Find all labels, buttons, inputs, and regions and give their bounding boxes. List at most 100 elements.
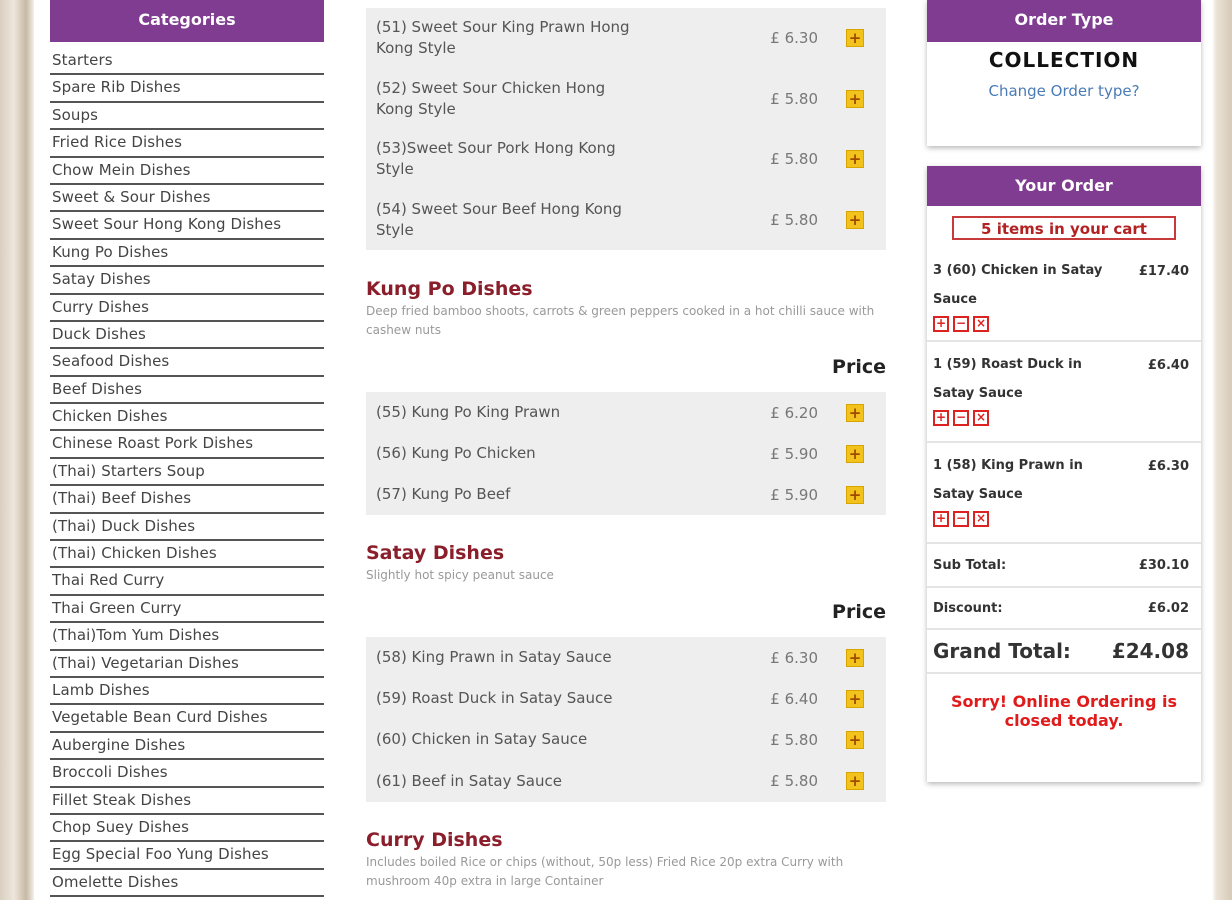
subtotal-row: Sub Total: £30.10 <box>927 544 1201 588</box>
increase-quantity-icon[interactable]: + <box>933 410 949 426</box>
category-item[interactable]: Spare Rib Dishes <box>50 75 324 103</box>
category-item[interactable]: Starters <box>50 48 324 76</box>
category-item[interactable]: Chop Suey Dishes <box>50 815 324 843</box>
category-item[interactable]: (Thai) Beef Dishes <box>50 486 324 514</box>
dish-row: (55) Kung Po King Prawn £ 6.20 + <box>366 392 886 433</box>
dish-row: (59) Roast Duck in Satay Sauce £ 6.40 + <box>366 678 886 719</box>
add-to-cart-button[interactable]: + <box>846 403 864 422</box>
price-header: Price <box>832 356 886 378</box>
order-item-controls: + − × <box>933 410 1191 432</box>
category-item[interactable]: Fillet Steak Dishes <box>50 788 324 815</box>
increase-quantity-icon[interactable]: + <box>933 316 949 332</box>
dish-name: (58) King Prawn in Satay Sauce <box>376 648 612 667</box>
add-to-cart-button[interactable]: + <box>846 485 864 504</box>
category-item[interactable]: (Thai) Chicken Dishes <box>50 541 324 569</box>
add-to-cart-button[interactable]: + <box>846 730 864 749</box>
order-type-box: Order Type COLLECTION Change Order type? <box>927 0 1201 146</box>
decrease-quantity-icon[interactable]: − <box>953 511 969 527</box>
remove-item-icon[interactable]: × <box>973 316 989 332</box>
category-item[interactable]: Egg Special Foo Yung Dishes <box>50 842 324 870</box>
category-item[interactable]: Thai Red Curry <box>50 568 324 596</box>
category-item[interactable]: Chinese Roast Pork Dishes <box>50 431 324 459</box>
curry-section: Curry Dishes Includes boiled Rice or chi… <box>366 829 886 891</box>
dish-name: (56) Kung Po Chicken <box>376 444 536 462</box>
category-item[interactable]: Thai Green Curry <box>50 596 324 624</box>
add-to-cart-button[interactable]: + <box>846 210 864 229</box>
category-item[interactable]: (Thai) Starters Soup <box>50 459 324 487</box>
satay-section: Satay Dishes Slightly hot spicy peanut s… <box>366 542 886 585</box>
grand-total-value: £24.08 <box>1111 639 1189 663</box>
add-to-cart-button[interactable]: + <box>846 772 864 791</box>
category-item[interactable]: Seafood Dishes <box>50 349 324 377</box>
order-item: 3 (60) Chicken in Satay Sauce £17.40 + − × <box>927 248 1201 342</box>
category-item[interactable]: Lamb Dishes <box>50 678 324 706</box>
add-to-cart-button[interactable]: + <box>846 29 864 48</box>
category-item[interactable]: Chicken Dishes <box>50 404 324 432</box>
dish-price: £ 5.80 <box>770 210 818 229</box>
dish-price: £ 5.90 <box>770 485 818 504</box>
order-items-list: 3 (60) Chicken in Satay Sauce £17.40 + − × 1 … <box>927 248 1201 544</box>
order-item: 1 (58) King Prawn in Satay Sauce £6.30 + − × <box>927 443 1201 544</box>
discount-label: Discount: <box>933 600 1003 616</box>
category-item[interactable]: Soups <box>50 103 324 131</box>
category-item[interactable]: Duck Dishes <box>50 322 324 350</box>
categories-title: Categories <box>50 0 324 42</box>
category-item[interactable]: Kung Po Dishes <box>50 240 324 268</box>
dish-price: £ 5.80 <box>770 150 818 169</box>
add-to-cart-button[interactable]: + <box>846 689 864 708</box>
category-item[interactable]: (Thai) Duck Dishes <box>50 514 324 542</box>
remove-item-icon[interactable]: × <box>973 410 989 426</box>
order-type-title: Order Type <box>927 0 1201 42</box>
subtotal-value: £30.10 <box>1138 557 1189 573</box>
dish-name: (61) Beef in Satay Sauce <box>376 771 562 790</box>
price-header: Price <box>832 601 886 623</box>
categories-panel: Categories Starters Spare Rib Dishes Soups… <box>50 0 324 898</box>
dish-name: (53)Sweet Sour Pork Hong Kong Style <box>376 139 616 179</box>
dish-name: (54) Sweet Sour Beef Hong Kong Style <box>376 199 622 239</box>
kungpo-dish-list: (55) Kung Po King Prawn £ 6.20 + (56) Kung … <box>366 392 886 515</box>
category-item[interactable]: Vegetable Bean Curd Dishes <box>50 705 324 733</box>
dish-row: (61) Beef in Satay Sauce £ 5.80 + <box>366 761 886 802</box>
category-item[interactable]: (Thai) Vegetarian Dishes <box>50 651 324 678</box>
category-item[interactable]: Aubergine Dishes <box>50 733 324 761</box>
order-item-price: £17.40 <box>1138 264 1189 279</box>
section-title: Kung Po Dishes <box>366 278 533 300</box>
dish-name: (51) Sweet Sour King Prawn Hong Kong Sty… <box>376 18 630 58</box>
dish-price: £ 6.20 <box>770 403 818 422</box>
dish-price: £ 5.90 <box>770 444 818 463</box>
add-to-cart-button[interactable]: + <box>846 150 864 169</box>
category-item[interactable]: Beef Dishes <box>50 377 324 405</box>
category-item[interactable]: (Thai)Tom Yum Dishes <box>50 623 324 651</box>
add-to-cart-button[interactable]: + <box>846 444 864 463</box>
category-item[interactable]: Chow Mein Dishes <box>50 158 324 185</box>
category-item[interactable]: Satay Dishes <box>50 267 324 295</box>
change-order-type-link[interactable]: Change Order type? <box>988 82 1139 100</box>
increase-quantity-icon[interactable]: + <box>933 511 949 527</box>
remove-item-icon[interactable]: × <box>973 511 989 527</box>
add-to-cart-button[interactable]: + <box>846 89 864 108</box>
dish-row: (54) Sweet Sour Beef Hong Kong Style £ 5.… <box>366 190 886 251</box>
page: Categories Starters Spare Rib Dishes Soups… <box>34 0 1212 900</box>
kungpo-section: Kung Po Dishes Deep fried bamboo shoots,… <box>366 278 886 340</box>
category-item[interactable]: Broccoli Dishes <box>50 760 324 788</box>
decrease-quantity-icon[interactable]: − <box>953 410 969 426</box>
order-item-name: 1 (59) Roast Duck in Satay Sauce <box>933 357 1082 401</box>
closed-message: Sorry! Online Ordering is closed today. <box>951 692 1177 730</box>
category-item[interactable]: Sweet & Sour Dishes <box>50 185 324 213</box>
dish-price: £ 6.40 <box>770 689 818 708</box>
category-item[interactable]: Omelette Dishes <box>50 870 324 898</box>
category-item[interactable]: Sweet Sour Hong Kong Dishes <box>50 212 324 240</box>
satay-dish-list: (58) King Prawn in Satay Sauce £ 6.30 + (59… <box>366 637 886 802</box>
dish-name: (55) Kung Po King Prawn <box>376 403 561 421</box>
subtotal-label: Sub Total: <box>933 557 1007 573</box>
category-item[interactable]: Curry Dishes <box>50 295 324 322</box>
add-to-cart-button[interactable]: + <box>846 648 864 667</box>
dish-name: (57) Kung Po Beef <box>376 485 511 503</box>
order-item-price: £6.40 <box>1147 358 1189 373</box>
your-order-box: Your Order 5 items in your cart 3 (60) C… <box>927 166 1201 782</box>
decrease-quantity-icon[interactable]: − <box>953 316 969 332</box>
section-title: Curry Dishes <box>366 829 503 851</box>
section-description: Includes boiled Rice or chips (without, … <box>366 855 844 888</box>
grand-total-row: Grand Total: £24.08 <box>927 630 1201 674</box>
category-item[interactable]: Fried Rice Dishes <box>50 130 324 158</box>
